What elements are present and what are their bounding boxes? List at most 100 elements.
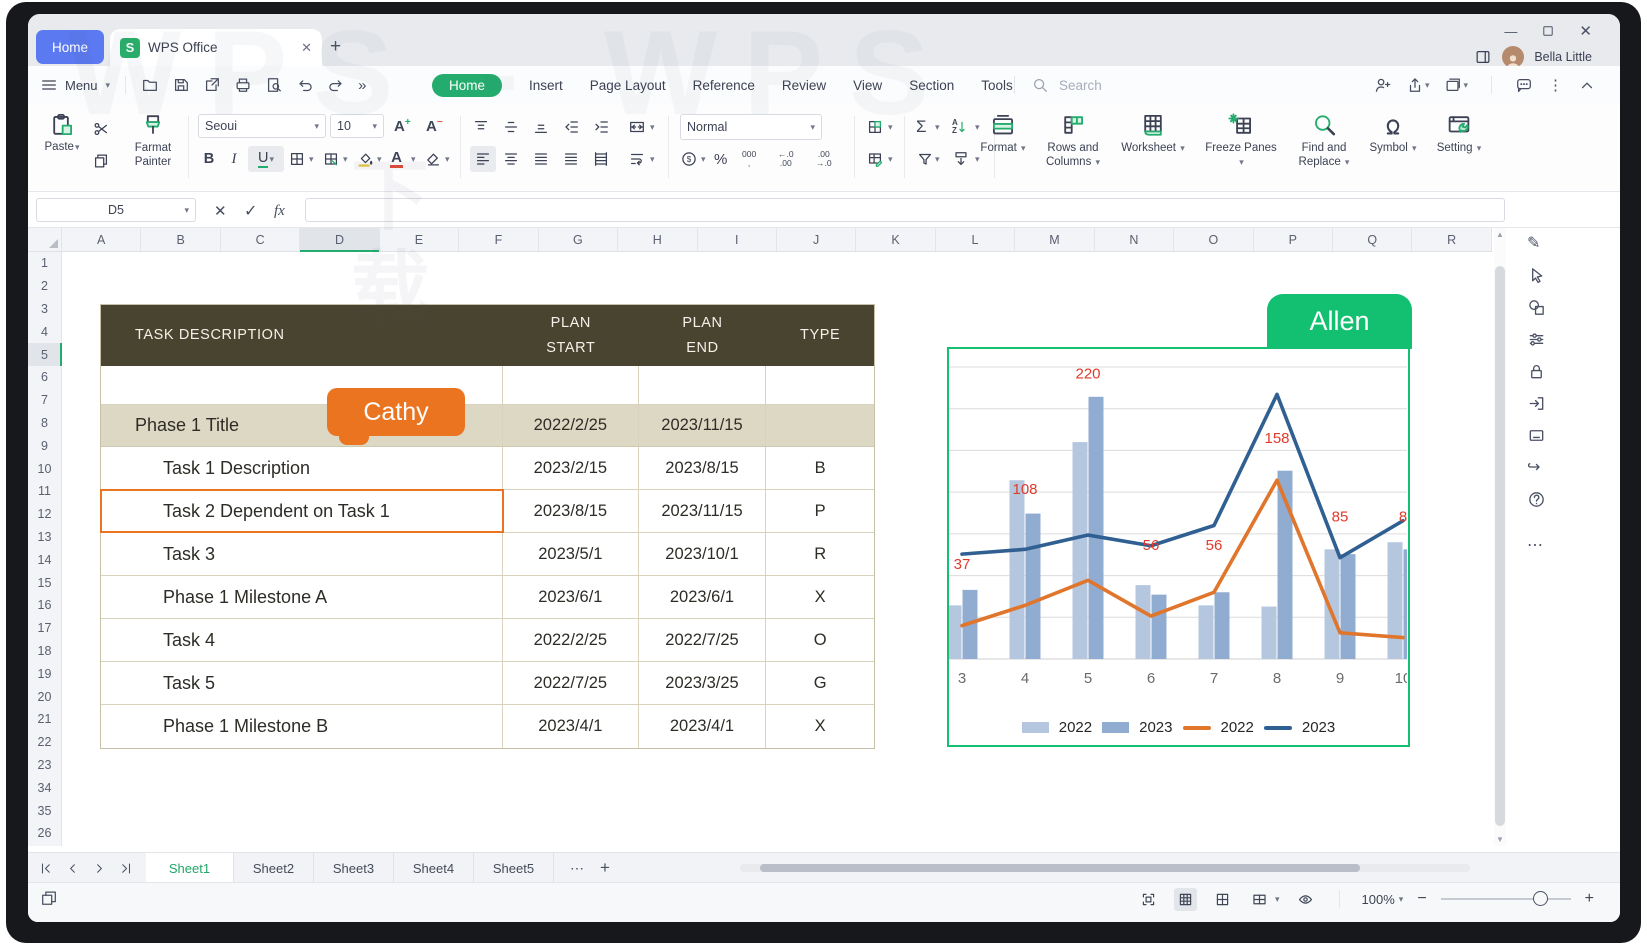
bar-2023-cat6[interactable] [1152,595,1167,659]
worksheet-button[interactable]: Worksheet ▾ [1113,112,1193,155]
maximize-button[interactable] [1541,24,1555,38]
freeze-panes-button[interactable]: Freeze Panes ▾ [1201,112,1281,170]
align-bottom-icon[interactable] [532,114,550,140]
task-desc-cell[interactable]: Task 3 [101,533,503,575]
row-header-13[interactable]: 13 [28,526,61,549]
font-size-select[interactable]: 10▾ [330,114,384,138]
column-header-M[interactable]: M [1015,228,1094,251]
type-cell[interactable]: R [766,533,874,575]
ribbon-tab-home[interactable]: Home [432,74,502,97]
row-header-1[interactable]: 1 [28,252,61,275]
copy-icon[interactable] [92,148,110,174]
row-header-5[interactable]: 5 [28,343,61,366]
plan-end-cell[interactable]: 2023/10/1 [639,533,767,575]
bold-button[interactable]: B [198,146,220,172]
column-header-C[interactable]: C [221,228,300,251]
row-header-14[interactable]: 14 [28,548,61,571]
open-file-icon[interactable] [141,76,159,94]
user-avatar[interactable] [1502,46,1524,68]
plan-end-cell[interactable]: 2022/7/25 [639,619,767,661]
bar-2023-cat5[interactable] [1089,397,1104,659]
embedded-chart[interactable]: 345678910371082205656158858 202220232022… [947,347,1410,747]
row-header-10[interactable]: 10 [28,457,61,480]
rows-and-columns-button[interactable]: Rows and Columns ▾ [1033,112,1113,170]
zoom-slider[interactable] [1441,898,1571,900]
export-panel-icon[interactable] [1527,394,1546,413]
column-header-N[interactable]: N [1095,228,1174,251]
ribbon-tab-reference[interactable]: Reference [693,78,755,93]
row-header-34[interactable]: 34 [28,776,61,799]
task-desc-cell[interactable]: Phase 1 Milestone B [101,705,503,748]
cancel-entry-icon[interactable]: ✕ [214,198,227,224]
type-cell[interactable]: X [766,576,874,618]
more-panels-icon[interactable]: ⋯ [1527,536,1543,555]
column-header-O[interactable]: O [1174,228,1253,251]
column-header-P[interactable]: P [1254,228,1333,251]
ribbon-tab-view[interactable]: View [853,78,882,93]
column-header-H[interactable]: H [618,228,697,251]
share-curve-icon[interactable]: ↪ [1527,458,1540,477]
save-icon[interactable] [172,76,190,94]
column-header-E[interactable]: E [380,228,459,251]
sheet-tab-sheet1[interactable]: Sheet1 [146,853,234,883]
type-cell[interactable]: B [766,447,874,489]
distribute-icon[interactable] [592,146,610,172]
zoom-in-button[interactable]: + [1585,890,1594,908]
decrease-decimal-icon[interactable]: .00→.0 [816,146,832,172]
normal-view-icon[interactable] [1174,888,1197,911]
task-desc-cell[interactable]: Task 4 [101,619,503,661]
column-header-R[interactable]: R [1412,228,1491,251]
italic-button[interactable]: I [224,146,244,172]
type-cell[interactable]: X [766,705,874,748]
column-header-F[interactable]: F [459,228,538,251]
font-color-button[interactable]: A [390,146,403,172]
autosum-icon[interactable]: Σ [916,114,927,140]
next-sheet-icon[interactable] [92,861,107,876]
column-header-K[interactable]: K [856,228,935,251]
formula-input[interactable] [305,198,1505,222]
type-cell[interactable]: O [766,619,874,661]
zoom-level[interactable]: 100% [1362,892,1395,907]
cut-icon[interactable] [92,116,110,142]
cell-style-select[interactable]: Normal▾ [680,114,822,140]
horizontal-scrollbar[interactable] [740,864,1470,872]
scroll-up-icon[interactable]: ▲ [1494,230,1506,239]
confirm-entry-icon[interactable]: ✓ [244,198,257,224]
column-header-Q[interactable]: Q [1333,228,1412,251]
plan-start-cell[interactable]: 2022/2/25 [503,405,639,446]
type-cell[interactable] [766,366,874,404]
fit-screen-icon[interactable] [1137,888,1160,911]
borders-icon[interactable] [288,146,306,172]
underline-button[interactable]: U▾ [248,146,284,172]
row-header-6[interactable]: 6 [28,366,61,389]
menu-button[interactable]: Menu [65,78,98,93]
pin-tab-icon[interactable] [1444,76,1462,94]
share-icon[interactable] [1406,76,1424,94]
help-icon[interactable] [1527,490,1546,509]
row-header-35[interactable]: 35 [28,799,61,822]
filter-icon[interactable] [916,146,934,172]
align-middle-icon[interactable] [502,114,520,140]
sheet-tab-sheet3[interactable]: Sheet3 [314,853,394,883]
sidebar-toggle-icon[interactable] [1474,48,1492,66]
vertical-scroll-thumb[interactable] [1495,266,1505,826]
row-header-2[interactable]: 2 [28,275,61,298]
column-header-G[interactable]: G [539,228,618,251]
plan-start-cell[interactable]: 2022/7/25 [503,662,639,704]
wrap-text-icon[interactable] [628,146,646,172]
bar-2023-cat10[interactable] [1404,549,1408,659]
insert-function-icon[interactable]: fx [274,198,285,224]
scroll-down-icon[interactable]: ▼ [1494,835,1506,844]
plan-end-cell[interactable]: 2023/11/15 [639,405,767,446]
row-header-15[interactable]: 15 [28,571,61,594]
row-header-9[interactable]: 9 [28,434,61,457]
bar-2023-cat4[interactable] [1026,514,1041,659]
justify-icon[interactable] [562,146,580,172]
bar-2022-cat6[interactable] [1136,585,1151,659]
close-window-button[interactable]: ✕ [1579,22,1592,40]
align-top-icon[interactable] [472,114,490,140]
row-header-22[interactable]: 22 [28,731,61,754]
row-header-23[interactable]: 23 [28,754,61,777]
bar-2022-cat7[interactable] [1199,605,1214,659]
comment-icon[interactable] [1515,76,1533,94]
